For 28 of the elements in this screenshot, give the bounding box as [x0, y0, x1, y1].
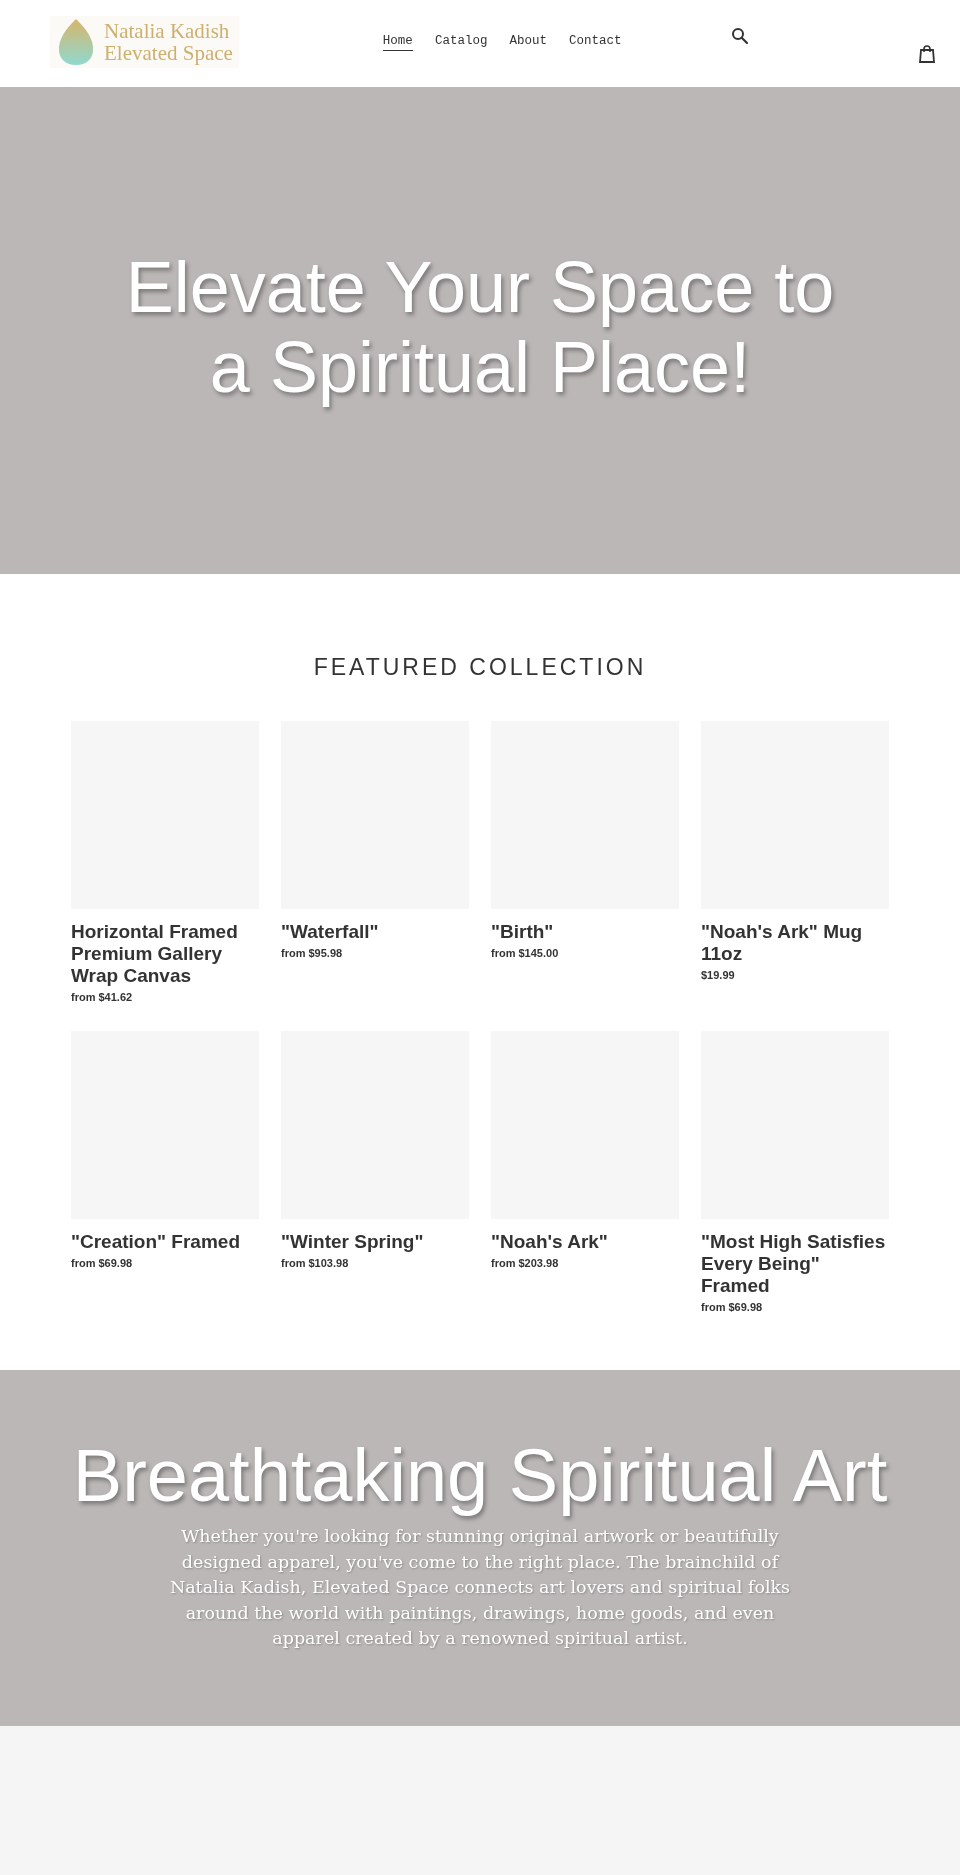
product-title[interactable]: "Most High Satisfies Every Being" Framed: [701, 1231, 889, 1297]
section-title: FEATURED COLLECTION: [312, 654, 648, 681]
product-price: from $69.98: [701, 1301, 764, 1313]
hero-heading: Elevate Your Space to a Spiritual Place!: [124, 247, 836, 407]
product-price: from $145.00: [491, 947, 560, 959]
product-title[interactable]: "Noah's Ark" Mug 11oz: [701, 921, 889, 965]
product-title[interactable]: Horizontal Framed Premium Gallery Wrap Canvas: [71, 921, 259, 987]
banner-text: Whether you're looking for stunning original artwork or beautifully designed apparel, you've come to the right place. The brainchild of Natalia Kadish, Elevated Space connects art lovers and spiritual folks around the world with paintings, drawings, home goods, and even apparel created by a renowned spiritual artist.: [168, 1525, 792, 1650]
nav-link[interactable]: Contact: [568, 34, 622, 51]
product-price: from $103.98: [281, 1257, 350, 1269]
product-title[interactable]: "Noah's Ark": [491, 1231, 679, 1253]
nav-link[interactable]: Catalog: [434, 34, 488, 51]
product-title[interactable]: "Birth": [491, 921, 679, 943]
banner-heading: Breathtaking Spiritual Art: [72, 1436, 888, 1516]
product-title[interactable]: "Creation" Framed: [71, 1231, 259, 1253]
product-title[interactable]: "Winter Spring": [281, 1231, 469, 1253]
logo-text: Natalia Kadish: [104, 20, 231, 42]
product-price: from $41.62: [71, 991, 134, 1003]
nav-link[interactable]: About: [509, 34, 547, 51]
product-price: $19.99: [701, 969, 736, 981]
product-price: from $95.98: [281, 947, 344, 959]
search-icon[interactable]: [731, 27, 750, 45]
logo-text: Elevated Space: [104, 42, 233, 64]
product-price: from $203.98: [491, 1257, 560, 1269]
nav-link[interactable]: Home: [382, 34, 413, 51]
cart-icon[interactable]: [919, 45, 936, 63]
product-title[interactable]: "Waterfall": [281, 921, 469, 943]
product-price: from $69.98: [71, 1257, 134, 1269]
